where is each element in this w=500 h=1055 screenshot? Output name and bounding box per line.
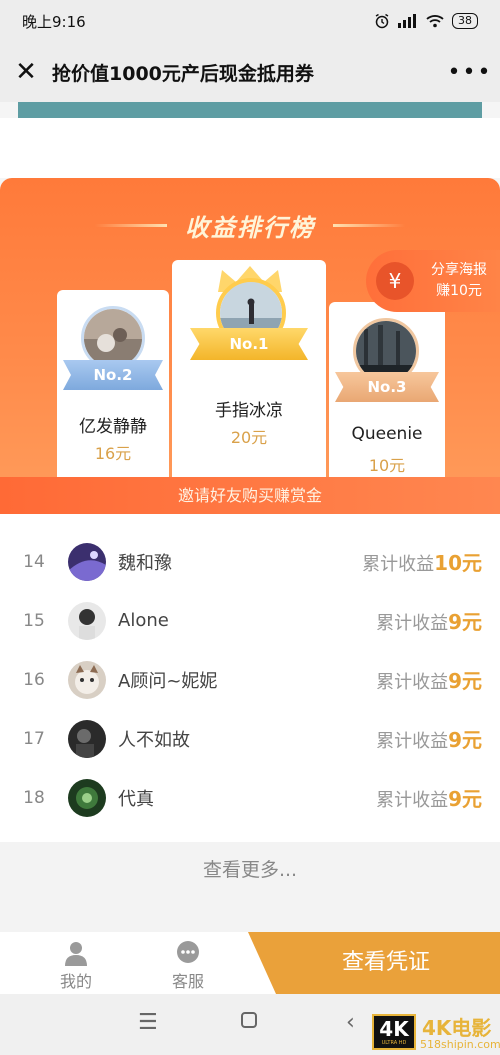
share-reward: 赚10元 (436, 283, 482, 299)
avatar (68, 719, 106, 758)
page-title: 抢价值1000元产后现金抵用券 (52, 62, 314, 85)
podium-card-3[interactable]: No.3 Queenie 10元 (329, 302, 445, 490)
rank-ribbon: No.1 (190, 328, 308, 360)
tab-me-label: 我的 (59, 972, 92, 991)
banner-strip (18, 102, 482, 118)
list-username: Alone (118, 610, 169, 631)
list-username: 魏和豫 (118, 552, 172, 574)
earn-label: 累计收益 (376, 790, 449, 811)
view-more-link[interactable]: 查看更多... (0, 842, 500, 932)
podium-card-2[interactable]: No.2 亿发静静 16元 (57, 290, 169, 490)
earn-value: 9元 (448, 669, 482, 693)
list-earnings: 累计收益9元 (376, 665, 500, 694)
podium-amount: 10元 (368, 456, 406, 475)
podium-name: 手指冰凉 (215, 401, 283, 421)
list-earnings: 累计收益9元 (376, 606, 500, 635)
spacer (0, 118, 500, 178)
status-time: 晚上9:16 (22, 12, 86, 31)
avatar (68, 778, 106, 817)
chat-icon (177, 941, 199, 963)
ranking-panel: 收益排行榜 No.2 亿发静静 16元 No.1 手指冰凉 20元 No.3 Q… (0, 178, 500, 514)
menu-icon[interactable]: ☰ (138, 1010, 158, 1035)
list-earnings: 累计收益9元 (376, 724, 500, 753)
list-rank: 18 (23, 787, 45, 808)
avatar (68, 660, 106, 699)
tab-me[interactable]: 我的 (31, 932, 121, 994)
earn-label: 累计收益 (376, 672, 449, 693)
ranking-list: 14 魏和豫 累计收益10元 15 Alone 累计收益9元 16 A顾问~妮妮… (0, 514, 500, 842)
list-username: 人不如故 (118, 729, 190, 751)
user-icon (65, 942, 87, 966)
list-earnings: 累计收益9元 (376, 783, 500, 812)
ranking-title: 收益排行榜 (185, 214, 315, 242)
podium-amount: 20元 (230, 428, 268, 447)
signal-icon (398, 14, 416, 28)
earn-value: 9元 (448, 610, 482, 634)
podium-name: Queenie (351, 424, 423, 444)
list-item[interactable]: 16 A顾问~妮妮 累计收益9元 (0, 650, 500, 709)
wifi-icon (426, 15, 444, 28)
earn-label: 累计收益 (362, 554, 435, 575)
share-label: 分享海报 (431, 262, 487, 278)
rank-ribbon: No.2 (63, 360, 163, 390)
list-username: A顾问~妮妮 (118, 670, 218, 692)
earn-value: 9元 (448, 787, 482, 811)
list-username: 代真 (118, 788, 154, 810)
battery-indicator: 38 (452, 13, 478, 29)
list-rank: 16 (23, 669, 45, 690)
list-rank: 14 (23, 551, 45, 572)
watermark-logo: 4K ULTRA HD 4K电影 518shipin.com (372, 1010, 500, 1054)
watermark-badge-sub: ULTRA HD (381, 1040, 407, 1046)
tab-service-label: 客服 (171, 972, 204, 991)
podium-amount: 16元 (94, 444, 132, 463)
avatar (68, 601, 106, 640)
back-icon[interactable]: ‹ (346, 1010, 355, 1035)
list-earnings: 累计收益10元 (362, 547, 500, 576)
status-icons: 38 (374, 13, 478, 29)
rank-ribbon: No.3 (335, 372, 439, 402)
close-icon[interactable]: ✕ (0, 42, 52, 102)
share-poster-button[interactable]: ¥ 分享海报 赚10元 (366, 250, 500, 312)
avatar (68, 542, 106, 581)
invite-friends-button[interactable]: 邀请好友购买赚赏金 (0, 477, 500, 514)
tab-service[interactable]: 客服 (143, 932, 233, 994)
money-bag-icon: ¥ (376, 262, 414, 300)
list-item[interactable]: 18 代真 累计收益9元 (0, 768, 500, 827)
more-menu-icon[interactable]: ••• (440, 60, 500, 85)
earn-value: 10元 (434, 551, 482, 575)
share-text: 分享海报 赚10元 (422, 260, 496, 302)
watermark-site: 518shipin.com (420, 1038, 500, 1051)
nav-bar: ✕ 抢价值1000元产后现金抵用券 ••• (0, 42, 500, 102)
podium-card-1[interactable]: No.1 手指冰凉 20元 (172, 260, 326, 490)
list-item[interactable]: 15 Alone 累计收益9元 (0, 591, 500, 650)
list-item[interactable]: 17 人不如故 累计收益9元 (0, 709, 500, 768)
alarm-icon (375, 13, 389, 29)
list-item[interactable]: 14 魏和豫 累计收益10元 (0, 532, 500, 591)
status-bar: 晚上9:16 38 (0, 0, 500, 42)
watermark-title: 4K电影 (422, 1016, 492, 1040)
list-rank: 15 (23, 610, 45, 631)
earn-label: 累计收益 (376, 731, 449, 752)
list-rank: 17 (23, 728, 45, 749)
earn-label: 累计收益 (376, 613, 449, 634)
home-icon[interactable] (240, 1010, 258, 1035)
view-voucher-button[interactable]: 查看凭证 (248, 932, 500, 994)
earn-value: 9元 (448, 728, 482, 752)
podium-name: 亿发静静 (79, 417, 147, 437)
